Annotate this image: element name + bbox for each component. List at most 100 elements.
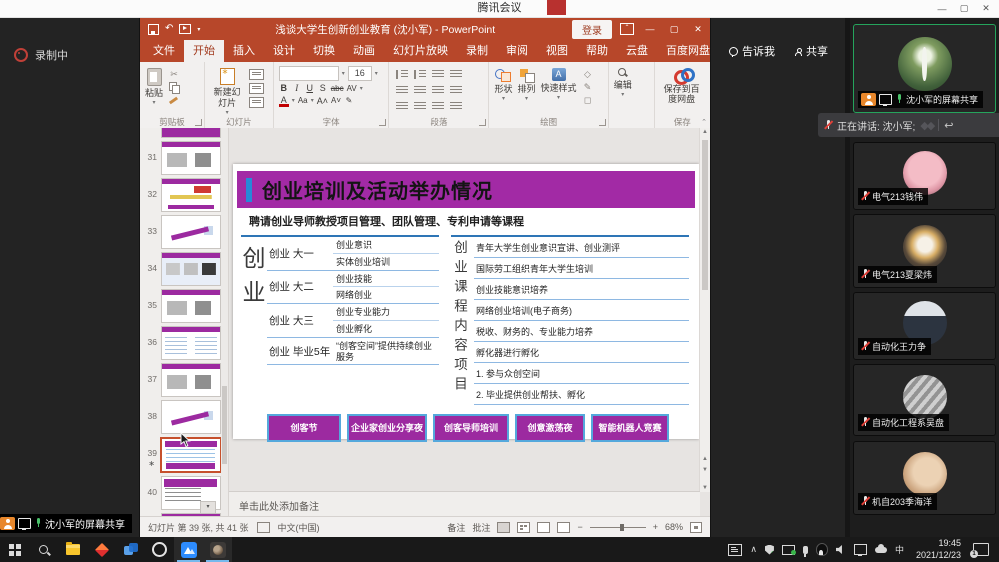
decrease-indent-icon[interactable] [396, 86, 408, 95]
participant-tile-1[interactable]: 电气213钱伟 [853, 142, 996, 210]
shape-effects-icon[interactable]: ◻ [582, 95, 594, 105]
bullets-icon[interactable] [396, 70, 408, 79]
previous-slide-button[interactable]: ▲ [700, 456, 710, 462]
zoom-level[interactable]: 68% [665, 522, 683, 532]
font-dialog-launcher[interactable] [379, 119, 386, 126]
font-size-input[interactable]: 16 [348, 66, 372, 81]
ribbon-tab-7[interactable]: 录制 [457, 40, 497, 62]
taskbar-wps-office-button[interactable] [87, 537, 116, 562]
ribbon-tab-11[interactable]: 云盘 [617, 40, 657, 62]
participant-tile-2[interactable]: 电气213夏梁炜 [853, 214, 996, 288]
thumbnail-scrollbar[interactable] [221, 128, 228, 517]
slide-thumbnail-33[interactable] [161, 215, 221, 249]
slide-thumbnail-31[interactable] [161, 141, 221, 175]
section-icon[interactable] [249, 97, 264, 108]
slide-thumbnail-34[interactable] [161, 252, 221, 286]
clear-formatting-icon[interactable]: ✎ [344, 96, 354, 105]
slide-thumbnail-37[interactable] [161, 363, 221, 397]
zoom-in-button[interactable]: + [653, 522, 658, 532]
reply-arrow-icon[interactable]: ↩ [944, 119, 953, 132]
slide-layout-icon[interactable] [249, 69, 264, 80]
numbering-icon[interactable] [414, 70, 426, 79]
fit-slide-icon[interactable] [690, 522, 702, 533]
slide-thumbnail-partial[interactable] [161, 128, 221, 138]
slide-thumbnail-39[interactable] [160, 437, 222, 473]
participant-tile-3[interactable]: 自动化王力争 [853, 292, 996, 360]
shape-outline-icon[interactable]: ✎ [582, 82, 594, 92]
tell-me-button[interactable]: 告诉我 [719, 40, 785, 62]
slideshow-icon[interactable] [179, 24, 191, 34]
slide-thumbnail-35[interactable] [161, 289, 221, 323]
ribbon-tab-5[interactable]: 动画 [344, 40, 384, 62]
tray-speaker-icon[interactable] [836, 545, 846, 554]
slide-thumbnail-32[interactable] [161, 178, 221, 212]
ribbon-tab-8[interactable]: 审阅 [497, 40, 537, 62]
language-status[interactable]: 中文(中国) [278, 521, 320, 534]
slide-thumbnail-38[interactable] [161, 400, 221, 434]
slide-canvas[interactable]: 创业培训及活动举办情况 聘请创业导师教授项目管理、团队管理、专利申请等课程 创业… [233, 164, 699, 439]
smartart-icon[interactable] [450, 86, 462, 95]
editor-scrollbar[interactable]: ▲ ▲ ▼ ▼ [699, 128, 710, 492]
tray-cloud-icon[interactable] [875, 547, 887, 553]
normal-view-icon[interactable] [497, 522, 510, 533]
shape-fill-icon[interactable]: ◇ [582, 69, 594, 79]
taskbar-tencent-meeting-button[interactable] [174, 537, 203, 562]
notification-center-icon[interactable]: 1 [973, 543, 989, 556]
ribbon-tab-9[interactable]: 视图 [537, 40, 577, 62]
underline-button[interactable]: U [305, 83, 315, 93]
slide-thumbnail-36[interactable] [161, 326, 221, 360]
reset-slide-icon[interactable] [249, 83, 264, 94]
slideshow-view-icon[interactable] [557, 522, 570, 533]
increase-indent-icon[interactable] [414, 86, 426, 95]
accessibility-icon[interactable] [257, 522, 270, 533]
undo-icon[interactable]: ↶ [165, 24, 173, 34]
ribbon-tab-10[interactable]: 帮助 [577, 40, 617, 62]
ribbon-display-options-icon[interactable]: ⌃ [620, 23, 634, 35]
paste-button[interactable]: 粘贴▾ [145, 66, 163, 117]
tray-microphone-icon[interactable] [803, 546, 808, 554]
save-icon[interactable] [148, 24, 159, 35]
align-text-icon[interactable] [432, 86, 444, 95]
align-left-icon[interactable] [396, 102, 408, 111]
collapse-ribbon-icon[interactable]: ⌃ [701, 118, 707, 126]
copy-icon[interactable] [168, 82, 180, 92]
ribbon-tab-file[interactable]: 文件 [144, 40, 184, 62]
slide-sorter-view-icon[interactable] [517, 522, 530, 533]
qat-customize-icon[interactable]: ▾ [197, 26, 200, 33]
tray-network-icon[interactable] [854, 544, 867, 555]
ribbon-tab-6[interactable]: 幻灯片放映 [384, 40, 457, 62]
share-control-indicator[interactable] [547, 0, 566, 15]
comments-toggle-button[interactable]: 批注 [472, 521, 490, 534]
text-direction-icon[interactable] [450, 70, 462, 79]
meeting-close-button[interactable]: ✕ [975, 3, 997, 14]
slide-thumbnail-panel[interactable]: 313233343536373839∗4041 ▾ [140, 128, 229, 517]
text-shadow-button[interactable]: S [318, 83, 328, 93]
strikethrough-button[interactable]: abc [331, 84, 344, 93]
align-right-icon[interactable] [432, 102, 444, 111]
ribbon-tab-3[interactable]: 设计 [264, 40, 304, 62]
ppt-maximize-button[interactable]: ▢ [662, 24, 686, 35]
tray-mail-status-icon[interactable] [782, 545, 795, 555]
ppt-minimize-button[interactable]: — [638, 24, 662, 35]
shrink-font-button[interactable]: A˅ [331, 96, 341, 105]
zoom-out-button[interactable]: − [577, 522, 582, 532]
slide-edit-area[interactable]: 创业培训及活动举办情况 聘请创业导师教授项目管理、团队管理、专利申请等课程 创业… [229, 128, 710, 517]
format-painter-icon[interactable] [168, 95, 180, 105]
login-button[interactable]: 登录 [572, 20, 612, 39]
zoom-slider[interactable] [590, 527, 646, 528]
tray-news-icon[interactable] [728, 544, 742, 556]
edit-button[interactable]: 编辑▾ [614, 66, 632, 117]
arrange-button[interactable]: 排列▾ [518, 66, 536, 117]
taskbar-file-explorer-button[interactable] [58, 537, 87, 562]
paragraph-dialog-launcher[interactable] [479, 119, 486, 126]
font-name-input[interactable] [279, 66, 339, 81]
bold-button[interactable]: B [279, 83, 289, 93]
taskbar-search-button[interactable] [29, 537, 58, 562]
taskbar-browser-button[interactable] [145, 537, 174, 562]
columns-icon[interactable] [450, 102, 462, 111]
line-spacing-icon[interactable] [432, 70, 444, 79]
ribbon-tab-1[interactable]: 开始 [184, 40, 224, 62]
ribbon-tab-12[interactable]: 百度网盘 [657, 40, 719, 62]
tray-defender-shield-icon[interactable] [765, 545, 774, 555]
taskbar-office-app-button[interactable] [116, 537, 145, 562]
